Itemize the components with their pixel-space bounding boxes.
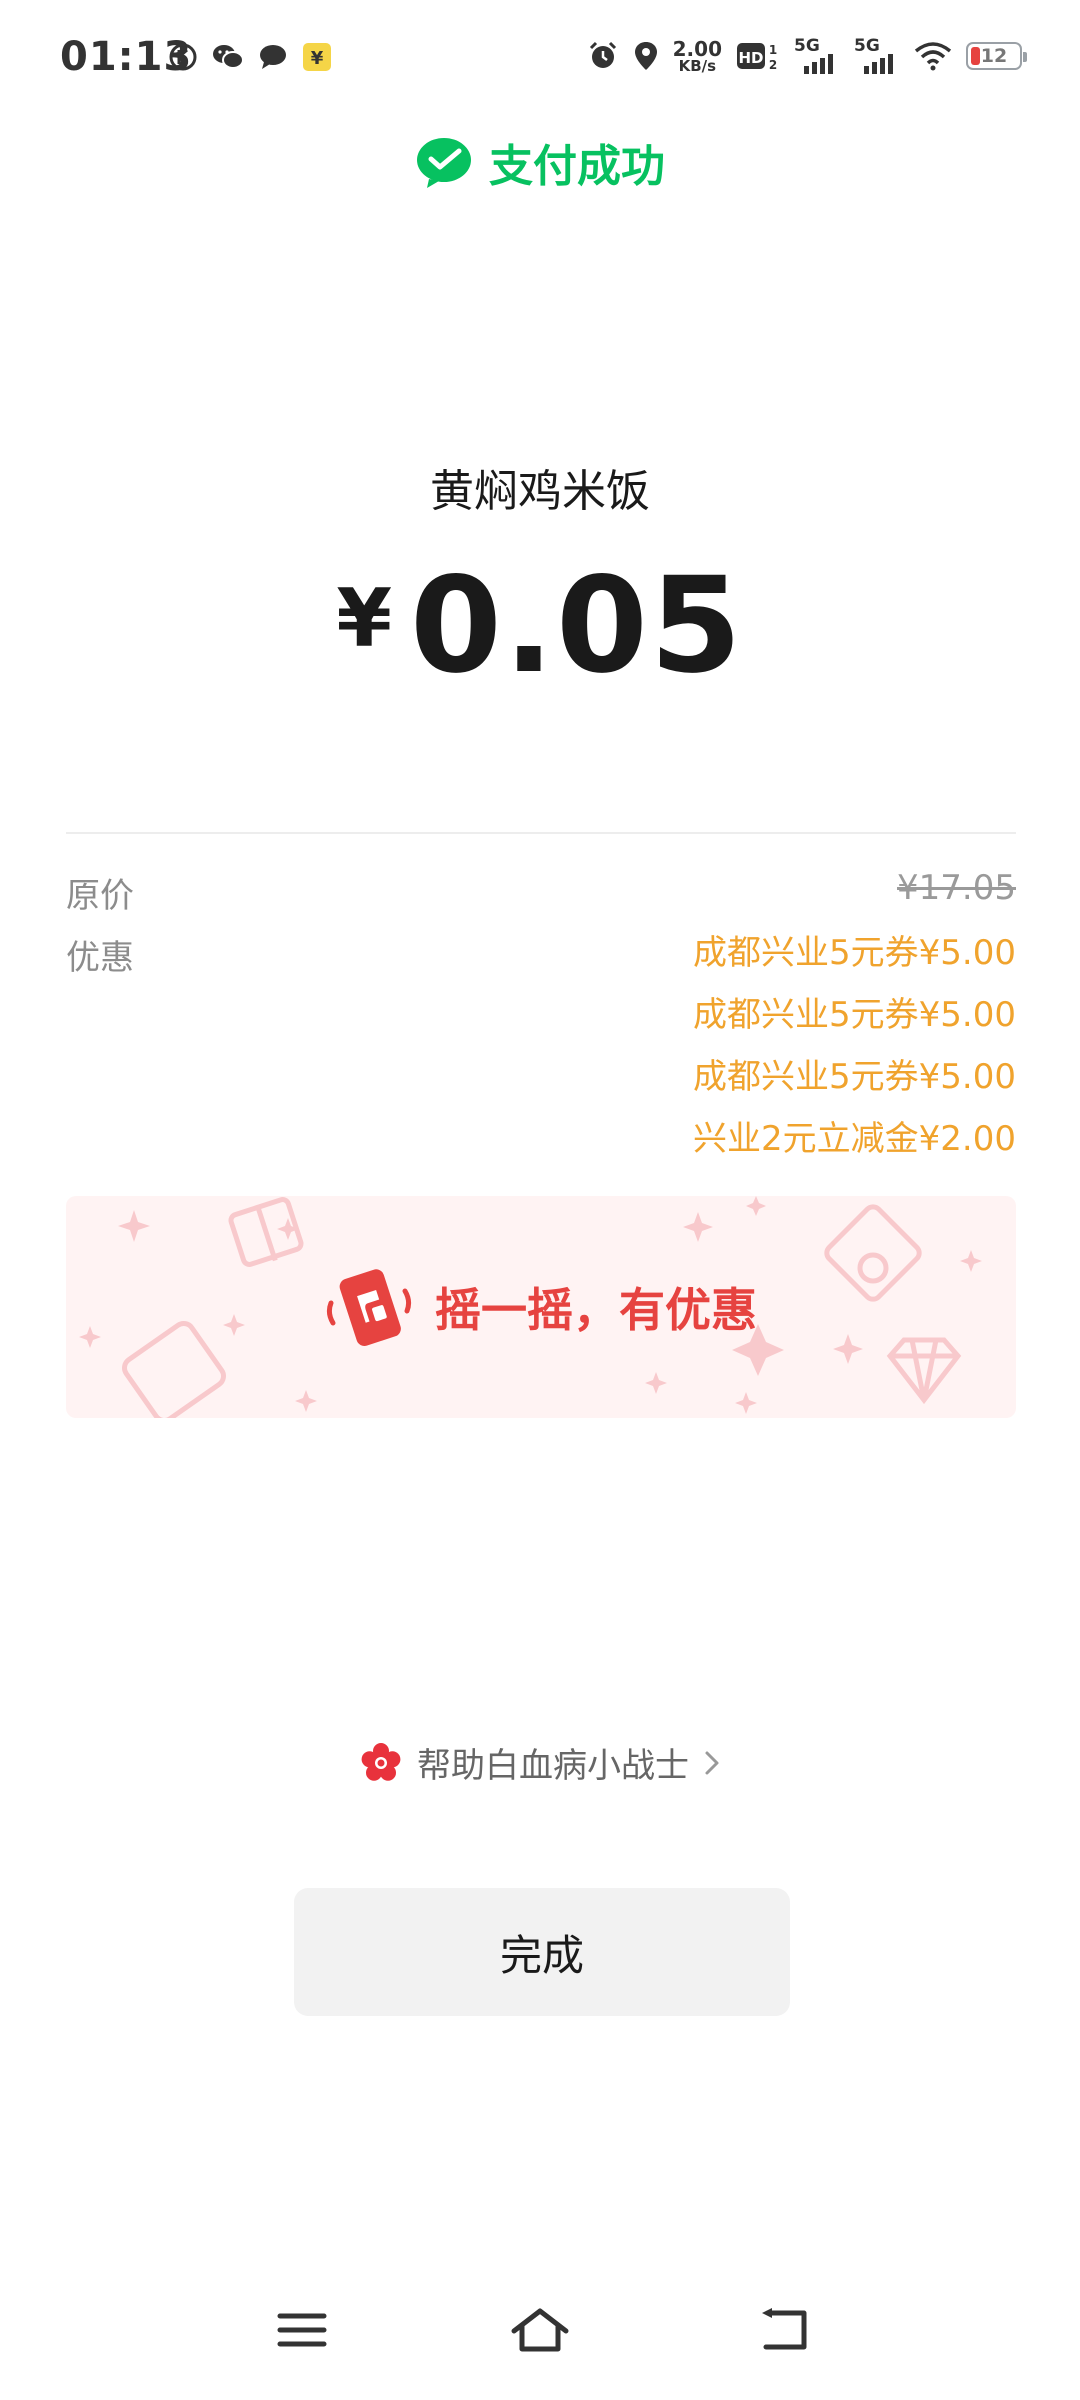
yuan-pay-icon: ¥ [303,43,331,71]
menu-button[interactable] [262,2290,342,2370]
hd-icon: HD 1 2 [737,43,777,72]
system-navigation-bar [0,2290,1080,2380]
svg-text:HD: HD [738,49,763,67]
discount-item: 成都兴业5元券¥5.00 [693,933,1016,973]
signal-icon: 5G [854,36,900,76]
merchant-name: 黄焖鸡米饭 [430,466,650,517]
svg-text:1: 1 [769,43,777,57]
wechat-pay-check-icon [417,138,471,188]
system-icons: 2.00 KB/s HD 1 2 5G 5G 12 [587,36,1027,76]
payment-amount: ¥ 0.05 [0,560,1080,692]
original-price: ¥17.05 [897,868,1016,908]
payment-success-screen: 01:13 ¥ 2.00 KB/s HD 1 2 5G 5G 12 支付成功 黄… [0,0,1080,2400]
signal-icon: 5G [794,36,840,76]
shake-banner-content: 摇一摇，有优惠 [66,1196,1016,1418]
discount-label: 优惠 [66,938,134,978]
location-icon [634,42,657,70]
charity-text: 帮助白血病小战士 [417,1746,689,1786]
charity-link[interactable]: 帮助白血病小战士 [0,1738,1080,1787]
svg-text:2: 2 [769,58,777,72]
menu-icon [277,2313,327,2347]
wechat-icon [213,45,244,69]
original-price-label: 原价 [66,876,134,916]
message-icon [260,45,286,69]
chevron-right-icon [705,1751,719,1774]
network-speed: 2.00 KB/s [673,39,722,74]
page-title: 支付成功 [489,141,665,192]
notification-icons: ¥ [168,42,332,72]
signal-2-label: 5G [854,36,880,56]
discount-item: 成都兴业5元券¥5.00 [693,995,1016,1035]
back-button[interactable] [744,2290,824,2370]
svg-text:¥: ¥ [311,48,324,69]
back-icon [762,2308,807,2350]
status-bar: 01:13 ¥ 2.00 KB/s HD 1 2 5G 5G 12 [0,0,1080,120]
network-speed-unit: KB/s [678,56,717,75]
red-flower-icon [361,1742,401,1781]
payment-success-header: 支付成功 [0,130,1080,194]
discount-item: 兴业2元立减金¥2.00 [693,1119,1016,1159]
amount-value: 0.05 [409,549,744,703]
k-icon [169,43,197,71]
done-button[interactable]: 完成 [294,1888,790,2016]
network-speed-value: 2.00 [672,36,722,61]
battery-icon: 12 [966,42,1027,70]
currency-symbol: ¥ [336,572,392,665]
signal-1-label: 5G [794,36,820,56]
battery-level: 12 [980,45,1008,67]
shake-for-offers-banner[interactable]: 摇一摇，有优惠 [66,1196,1016,1418]
discount-list: 成都兴业5元券¥5.00 成都兴业5元券¥5.00 成都兴业5元券¥5.00 兴… [693,928,1016,1176]
home-button[interactable] [500,2290,580,2370]
discount-item: 成都兴业5元券¥5.00 [693,1057,1016,1097]
shake-phone-icon [326,1269,412,1346]
divider [66,832,1016,834]
alarm-icon [589,41,616,68]
home-icon [511,2308,569,2352]
shake-banner-label: 摇一摇，有优惠 [435,1283,757,1337]
wifi-icon [914,42,952,71]
